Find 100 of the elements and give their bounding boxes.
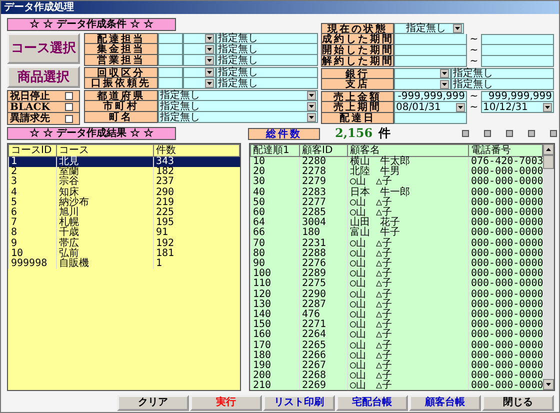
checkbox-label: 祝日停止 [10,90,50,102]
input-field[interactable]: 08/01/31 [394,102,467,113]
scroll-thumb[interactable] [543,155,554,169]
table-row[interactable]: 3 宗谷 237 [8,177,240,188]
table-cell: 2289 [300,269,348,280]
table-cell: 2265 [300,340,348,351]
input-field[interactable]: 999,999,999 [481,91,554,102]
action-button[interactable]: 宅配台帳 [336,395,408,411]
table-cell: 富山 牛子 [348,228,468,239]
field-label: 配達担当 [84,33,158,44]
table-cell: 343 [154,156,240,168]
table-cell: 2271 [300,320,348,330]
dropdown-button[interactable] [440,80,449,88]
input-field[interactable] [394,56,467,67]
input-field[interactable] [183,78,216,89]
input-field[interactable] [481,45,554,56]
dropdown-button[interactable] [307,102,316,110]
dropdown-button[interactable] [205,44,214,54]
down-arrow-icon [309,116,314,118]
input-field[interactable] [394,45,467,56]
checkbox[interactable] [65,103,73,111]
input-field[interactable]: 指定無し [216,33,318,44]
input-field[interactable] [394,34,467,45]
input-field[interactable]: 指定無し [216,55,318,66]
field-label: 口振依頼先 [84,78,158,89]
select-button[interactable]: 商品選択 [7,66,80,88]
input-field[interactable]: 指定無し [216,44,318,55]
table-cell: 4 [8,188,56,198]
down-arrow-icon [207,37,212,40]
dropdown-button[interactable] [205,68,214,77]
input-field[interactable]: 指定無し [216,67,318,78]
table-cell: 2231 [300,238,348,249]
input-field[interactable]: 指定無し [451,79,554,90]
field-label: 回収区分 [84,67,158,78]
input-field[interactable] [183,67,216,78]
input-field[interactable] [183,44,216,55]
select-button[interactable]: コース選択 [7,33,80,64]
action-button[interactable]: 顧客台帳 [409,395,481,411]
table-cell: 90 [250,259,300,270]
field-label: 市町村 [84,101,158,112]
action-button[interactable]: 閉じる [482,395,554,411]
table-cell: 2288 [300,248,348,260]
field-label: 配達日 [321,113,394,124]
table-cell: 9 [8,238,56,249]
table-cell: 2269 [300,381,348,390]
checkbox[interactable] [65,114,73,122]
scroll-down-button[interactable] [543,379,554,390]
table-row[interactable]: 8 千歳 91 [8,228,240,239]
table-cell: 30 [250,177,300,188]
down-arrow-icon [545,106,550,108]
input-field[interactable]: 指定無し [158,101,318,112]
input-field[interactable]: 10/12/31 [481,102,554,113]
table-cell: 2277 [300,198,348,208]
input-field[interactable] [481,34,554,45]
table-row[interactable]: 9 帯広 192 [8,238,240,249]
dropdown-button[interactable] [307,91,316,100]
down-arrow-icon [442,72,447,75]
table-cell: 64 [250,218,300,228]
input-field[interactable] [158,55,183,66]
dropdown-button[interactable] [453,24,462,33]
table-cell: 160 [250,330,300,341]
dropdown-button[interactable] [456,102,465,112]
table-row[interactable]: 4 知床 290 [8,188,240,198]
dropdown-button[interactable] [205,78,214,88]
input-field[interactable] [183,55,216,66]
dropdown-button[interactable] [440,69,449,78]
table-cell: 北陸 牛男 [348,167,468,178]
input-field[interactable]: 指定無し [216,78,318,89]
checkbox[interactable] [65,92,73,100]
table-cell: 帯広 [56,238,154,249]
input-field[interactable]: 指定無し [451,68,554,79]
action-button[interactable]: リスト印刷 [263,395,335,411]
down-arrow-icon [309,94,314,97]
dropdown-button[interactable] [205,34,214,43]
field-label: 支店 [321,79,394,90]
table-cell: 195 [154,218,240,228]
action-button[interactable]: クリア [117,395,189,411]
input-field[interactable] [183,33,216,44]
input-field[interactable]: 指定無し [394,23,464,34]
input-field[interactable] [158,33,183,44]
input-field[interactable] [394,68,451,79]
dropdown-button[interactable] [205,56,214,64]
input-field[interactable]: 指定無し [158,90,318,101]
scroll-up-button[interactable] [543,144,554,155]
input-field[interactable] [158,78,183,89]
input-field[interactable] [158,44,183,55]
table-cell: ○山 △子 [348,177,468,188]
input-field[interactable] [481,56,554,67]
input-field[interactable]: 指定無し [158,112,318,123]
table-row[interactable]: 999998 自販機 1 [8,259,240,270]
input-field[interactable]: -999,999,999 [394,91,467,102]
dropdown-button[interactable] [307,112,316,122]
input-field[interactable] [394,113,467,124]
column-header: コースID [8,144,56,156]
table-cell: ○山 △子 [348,310,468,320]
table-cell: ○山 △子 [348,350,468,362]
dropdown-button[interactable] [543,102,552,112]
input-field[interactable] [394,79,451,90]
table-cell: 476 [300,310,348,320]
input-field[interactable] [158,67,183,78]
